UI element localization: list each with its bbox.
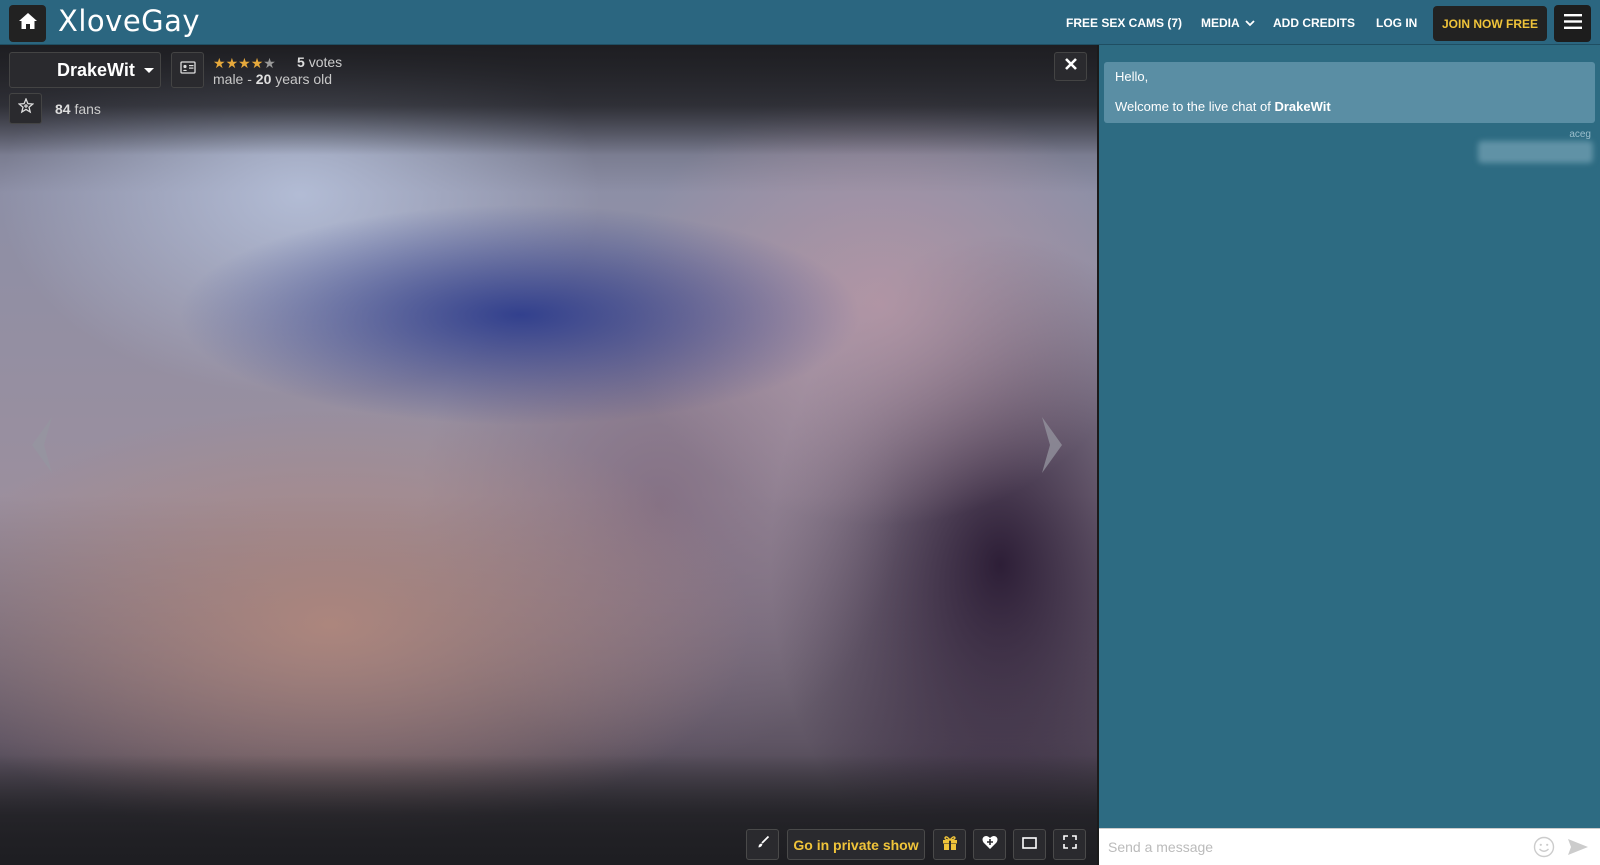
send-icon[interactable] <box>1567 838 1589 861</box>
menu-button[interactable] <box>1554 5 1591 42</box>
chat-input-bar <box>1099 828 1600 865</box>
star-icon: ★ <box>238 55 251 71</box>
profile-card-button[interactable] <box>171 52 204 88</box>
window-icon <box>1022 836 1037 854</box>
chat-message-blurred <box>1478 141 1593 163</box>
chat-message-input[interactable] <box>1099 829 1519 865</box>
nav-media[interactable]: MEDIA <box>1201 0 1255 45</box>
nav-add-credits[interactable]: ADD CREDITS <box>1273 0 1355 45</box>
fan-star-icon <box>17 97 34 119</box>
heart-icon <box>982 835 998 855</box>
video-top-shade <box>0 45 1097 155</box>
profile-card-icon <box>179 61 196 79</box>
fans-number: 84 <box>55 101 71 117</box>
star-icon: ★ <box>250 55 264 71</box>
site-logo[interactable]: XloveGay <box>58 4 200 38</box>
join-now-button[interactable]: JOIN NOW FREE <box>1433 6 1547 41</box>
chat-welcome-name: DrakeWit <box>1274 99 1331 114</box>
star-icon: ★ <box>213 55 226 71</box>
private-show-button[interactable]: Go in private show <box>787 829 925 860</box>
model-age-label: years old <box>275 71 333 87</box>
model-age: 20 <box>255 71 272 87</box>
window-mode-button[interactable] <box>1013 829 1046 860</box>
chat-welcome-line: Welcome to the live chat of DrakeWit <box>1115 99 1584 114</box>
votes-count: 5 votes <box>297 54 342 70</box>
hamburger-icon <box>1563 13 1582 34</box>
votes-label: votes <box>308 54 343 70</box>
chat-welcome-prefix: Welcome to the live chat of <box>1115 99 1271 114</box>
nav-log-in[interactable]: LOG IN <box>1376 0 1417 45</box>
model-info: male - 20 years old <box>213 71 332 87</box>
votes-number: 5 <box>297 54 305 70</box>
nav-free-sex-cams[interactable]: FREE SEX CAMS (7) <box>1066 0 1182 45</box>
close-icon <box>1064 57 1078 76</box>
top-navigation-bar: XloveGay FREE SEX CAMS (7) MEDIA ADD CRE… <box>0 0 1600 45</box>
chat-greeting: Hello, <box>1115 69 1149 84</box>
model-gender: male - <box>213 71 252 87</box>
star-icon: ★ <box>263 55 276 71</box>
model-name-dropdown[interactable]: DrakeWit <box>9 52 161 88</box>
chat-username: aceg <box>1569 129 1591 140</box>
fullscreen-button[interactable] <box>1053 829 1086 860</box>
video-player[interactable]: DrakeWit ★★★★★ 5 votes male - 20 years o… <box>0 45 1097 865</box>
rating-stars[interactable]: ★★★★★ <box>213 55 276 72</box>
fans-count: 84 fans <box>55 101 101 117</box>
previous-model-button[interactable] <box>26 415 56 480</box>
chevron-down-icon <box>1245 16 1255 30</box>
home-icon <box>18 12 38 35</box>
model-name: DrakeWit <box>57 59 135 80</box>
gift-button[interactable] <box>933 829 966 860</box>
nav-media-label: MEDIA <box>1201 15 1240 30</box>
live-chat-panel: Hello, Welcome to the live chat of Drake… <box>1097 45 1600 865</box>
caret-down-icon <box>143 67 154 73</box>
close-video-button[interactable] <box>1054 52 1087 81</box>
next-arrow-icon <box>1038 417 1068 479</box>
star-icon: ★ <box>225 55 239 71</box>
favorite-button[interactable] <box>973 829 1006 860</box>
gift-icon <box>942 835 958 855</box>
prev-arrow-icon <box>26 417 56 479</box>
fullscreen-icon <box>1062 835 1077 854</box>
fans-label: fans <box>74 101 101 117</box>
brush-button[interactable] <box>746 829 779 860</box>
brush-icon <box>756 835 770 854</box>
become-fan-button[interactable] <box>9 93 42 124</box>
emoji-icon[interactable] <box>1533 836 1555 863</box>
home-button[interactable] <box>9 5 46 42</box>
chat-welcome-message: Hello, Welcome to the live chat of Drake… <box>1104 62 1595 123</box>
next-model-button[interactable] <box>1038 415 1068 480</box>
